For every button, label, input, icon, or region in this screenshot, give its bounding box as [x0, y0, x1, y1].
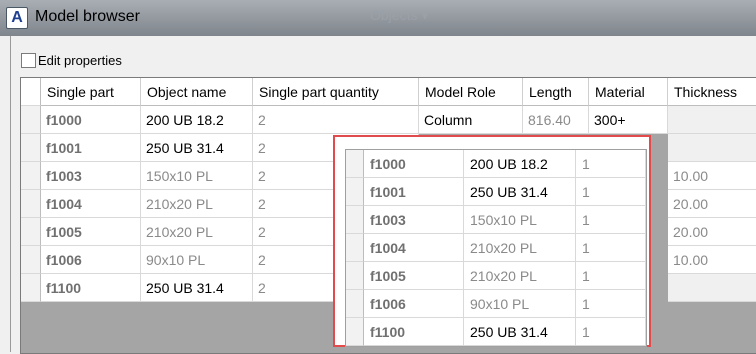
cell-single-part[interactable]: f1004	[41, 190, 141, 218]
cell-object-name[interactable]: 210x20 PL	[141, 190, 253, 218]
cell-thickness[interactable]	[668, 274, 756, 302]
cell-object-name[interactable]: 150x10 PL	[141, 162, 253, 190]
overlay-cell-object-name[interactable]: 200 UB 18.2	[464, 150, 576, 178]
overlay-cell-quantity[interactable]: 1	[576, 262, 646, 290]
cell-length[interactable]: 816.40	[523, 106, 589, 134]
overlay-cell-quantity[interactable]: 1	[576, 178, 646, 206]
edit-properties-checkbox[interactable]	[21, 53, 36, 68]
overlay-cell-quantity[interactable]: 1	[576, 318, 646, 346]
row-selector[interactable]	[346, 150, 364, 178]
column-header-quantity[interactable]: Single part quantity	[253, 78, 419, 106]
overlay-cell-quantity[interactable]: 1	[576, 206, 646, 234]
overlay-cell-object-name[interactable]: 210x20 PL	[464, 234, 576, 262]
objects-tab-ghost: Objects ▾	[370, 7, 429, 23]
highlighted-parts-overlay: f1000 200 UB 18.2 1 f1001 250 UB 31.4 1 …	[333, 135, 651, 347]
row-selector[interactable]	[21, 274, 41, 302]
overlay-cell-single-part[interactable]: f1000	[364, 150, 464, 178]
overlay-cell-object-name[interactable]: 210x20 PL	[464, 262, 576, 290]
overlay-cell-object-name[interactable]: 250 UB 31.4	[464, 178, 576, 206]
cell-thickness[interactable]: 10.00	[668, 162, 756, 190]
cell-single-part[interactable]: f1005	[41, 218, 141, 246]
cell-model-role[interactable]: Column	[419, 106, 523, 134]
cell-object-name[interactable]: 250 UB 31.4	[141, 134, 253, 162]
row-selector[interactable]	[21, 190, 41, 218]
row-selector[interactable]	[21, 106, 41, 134]
row-selector[interactable]	[21, 246, 41, 274]
row-selector[interactable]	[21, 218, 41, 246]
row-selector[interactable]	[346, 206, 364, 234]
row-selector[interactable]	[346, 234, 364, 262]
overlay-cell-quantity[interactable]: 1	[576, 290, 646, 318]
cell-object-name[interactable]: 200 UB 18.2	[141, 106, 253, 134]
grid-corner	[21, 78, 41, 106]
overlay-cell-object-name[interactable]: 90x10 PL	[464, 290, 576, 318]
row-selector[interactable]	[346, 290, 364, 318]
column-header-thickness[interactable]: Thickness	[668, 78, 756, 106]
cell-object-name[interactable]: 90x10 PL	[141, 246, 253, 274]
overlay-cell-single-part[interactable]: f1001	[364, 178, 464, 206]
column-header-single-part[interactable]: Single part	[41, 78, 141, 106]
window-title: Model browser	[35, 8, 140, 25]
row-selector[interactable]	[346, 262, 364, 290]
row-selector[interactable]	[21, 134, 41, 162]
cell-quantity[interactable]: 2	[253, 106, 419, 134]
column-header-length[interactable]: Length	[523, 78, 589, 106]
cell-object-name[interactable]: 250 UB 31.4	[141, 274, 253, 302]
overlay-cell-quantity[interactable]: 1	[576, 150, 646, 178]
cell-object-name[interactable]: 210x20 PL	[141, 218, 253, 246]
overlay-cell-single-part[interactable]: f1003	[364, 206, 464, 234]
cell-thickness[interactable]: 10.00	[668, 246, 756, 274]
overlay-cell-single-part[interactable]: f1004	[364, 234, 464, 262]
overlay-cell-single-part[interactable]: f1100	[364, 318, 464, 346]
cell-thickness[interactable]: 20.00	[668, 190, 756, 218]
title-bar: A Model browser Objects ▾	[0, 0, 756, 36]
overlay-cell-object-name[interactable]: 250 UB 31.4	[464, 318, 576, 346]
column-header-material[interactable]: Material	[589, 78, 668, 106]
app-logo-icon: A	[6, 7, 28, 29]
overlay-cell-single-part[interactable]: f1005	[364, 262, 464, 290]
cell-thickness[interactable]: 20.00	[668, 218, 756, 246]
cell-thickness[interactable]	[668, 106, 756, 134]
row-selector[interactable]	[346, 178, 364, 206]
row-selector[interactable]	[346, 318, 364, 346]
column-header-object-name[interactable]: Object name	[141, 78, 253, 106]
cell-single-part[interactable]: f1100	[41, 274, 141, 302]
row-selector[interactable]	[21, 162, 41, 190]
cell-single-part[interactable]: f1006	[41, 246, 141, 274]
overlay-cell-object-name[interactable]: 150x10 PL	[464, 206, 576, 234]
overlay-cell-quantity[interactable]: 1	[576, 234, 646, 262]
cell-thickness[interactable]	[668, 134, 756, 162]
overlay-cell-single-part[interactable]: f1006	[364, 290, 464, 318]
cell-single-part[interactable]: f1001	[41, 134, 141, 162]
overlay-grid: f1000 200 UB 18.2 1 f1001 250 UB 31.4 1 …	[345, 149, 647, 347]
column-header-model-role[interactable]: Model Role	[419, 78, 523, 106]
edit-properties-label: Edit properties	[38, 53, 122, 68]
cell-single-part[interactable]: f1000	[41, 106, 141, 134]
cell-material[interactable]: 300+	[589, 106, 668, 134]
cell-single-part[interactable]: f1003	[41, 162, 141, 190]
